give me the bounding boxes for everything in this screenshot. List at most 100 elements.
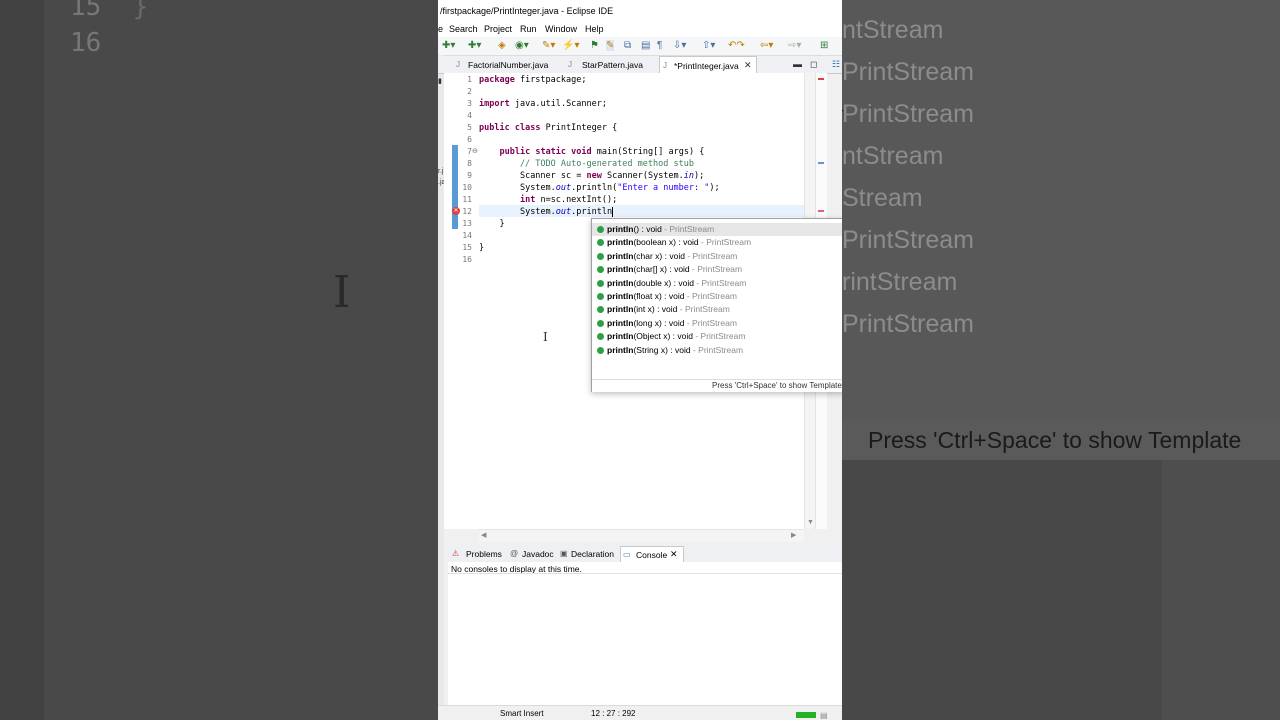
progress-icon[interactable]: ▤ xyxy=(820,711,828,720)
tab-starpattern[interactable]: J StarPattern.java xyxy=(568,56,656,73)
declaration-icon: ▣ xyxy=(560,549,568,558)
console-view[interactable]: No consoles to display at this time. xyxy=(448,562,842,705)
background-tip: Press 'Ctrl+Space' to show Template xyxy=(868,427,1242,453)
javadoc-icon: @ xyxy=(510,549,519,558)
debug-icon[interactable]: ✚▾ xyxy=(468,40,481,51)
new-icon[interactable]: ✚▾ xyxy=(442,40,455,51)
status-bar: Smart Insert 12 : 27 : 292 xyxy=(438,705,842,720)
tab-printinteger[interactable]: J *PrintInteger.java ✕ xyxy=(659,56,757,74)
menu-help[interactable]: Help xyxy=(585,24,604,34)
close-icon[interactable]: ✕ xyxy=(744,60,752,71)
show-whitespace-icon[interactable]: ▤ xyxy=(641,40,650,51)
toggle-mark-icon[interactable]: ✎ xyxy=(606,40,615,51)
content-assist-item[interactable]: println(Object x) : void - PrintStream xyxy=(592,330,842,343)
line-number: 8 xyxy=(467,159,472,168)
content-assist-item[interactable]: println(double x) : void - PrintStream xyxy=(592,277,842,290)
tab-declaration[interactable]: ▣ Declaration xyxy=(560,546,622,562)
code-line[interactable]: int n=sc.nextInt(); xyxy=(479,195,617,205)
minimize-icon[interactable]: ▬ xyxy=(793,59,802,69)
content-assist-item[interactable]: println(int x) : void - PrintStream xyxy=(592,303,842,316)
code-line[interactable]: System.out.println​ xyxy=(479,207,614,217)
tab-console[interactable]: ▭ Console ✕ xyxy=(620,546,684,563)
line-number: 2 xyxy=(467,87,472,96)
code-line[interactable]: } xyxy=(479,219,504,229)
tab-factorialnumber[interactable]: J FactorialNumber.java xyxy=(456,56,556,73)
mouse-ibeam-icon: I xyxy=(543,330,548,344)
cursor-position: 12 : 27 : 292 xyxy=(591,709,636,718)
content-assist-item[interactable]: println(char x) : void - PrintStream xyxy=(592,250,842,263)
heap-status-bar[interactable] xyxy=(796,712,816,718)
scroll-down-icon[interactable]: ▼ xyxy=(807,519,814,526)
background-line-number: 15 } xyxy=(70,0,149,22)
change-marker[interactable] xyxy=(818,162,824,164)
outline-view-icon[interactable]: ☷ xyxy=(832,59,840,70)
public-method-icon xyxy=(597,346,604,354)
content-assist-tip: Press 'Ctrl+Space' to show Template xyxy=(592,379,842,392)
tab-javadoc[interactable]: @ Javadoc xyxy=(510,546,558,562)
tab-label: StarPattern.java xyxy=(582,60,643,70)
scroll-left-icon[interactable]: ◀ xyxy=(481,531,486,539)
prev-annotation-icon[interactable]: ⇧▾ xyxy=(702,40,715,51)
line-number: 16 xyxy=(462,255,472,264)
background-item: PrintStream xyxy=(842,100,974,128)
pilcrow-icon[interactable]: ¶ xyxy=(657,40,662,51)
menu-run[interactable]: Run xyxy=(520,24,537,34)
java-file-icon: J xyxy=(663,61,667,70)
content-assist-item[interactable]: println() : void - PrintStream xyxy=(592,223,842,236)
public-method-icon xyxy=(597,293,604,300)
line-number: 14 xyxy=(462,231,472,240)
insert-mode: Smart Insert xyxy=(500,709,544,718)
problems-icon: ⚠ xyxy=(452,549,460,558)
background-ibeam-icon: I xyxy=(333,267,351,318)
line-number: 10 xyxy=(462,183,472,192)
code-line[interactable]: package firstpackage; xyxy=(479,75,587,85)
code-line[interactable]: Scanner sc = new Scanner(System.in); xyxy=(479,171,704,181)
menu-edit[interactable]: e xyxy=(438,24,443,34)
forward-icon[interactable]: ⇨▾ xyxy=(788,40,801,51)
java-file-icon: J xyxy=(456,60,460,69)
explorer-fragment: r.j xyxy=(438,168,444,175)
close-icon[interactable]: ✕ xyxy=(670,549,678,560)
package-icon[interactable]: ◈ xyxy=(498,40,506,51)
public-method-icon xyxy=(597,266,604,274)
background-item: ntStream xyxy=(842,142,944,170)
content-assist-item[interactable]: println(char[] x) : void - PrintStream xyxy=(592,263,842,276)
line-number: 11 xyxy=(462,195,472,204)
block-select-icon[interactable]: ⧉ xyxy=(624,40,631,51)
line-number: 12 xyxy=(462,207,472,216)
last-edit-icon[interactable]: ↶↷ xyxy=(728,40,745,51)
code-line[interactable]: // TODO Auto-generated method stub xyxy=(479,159,694,169)
content-assist-item[interactable]: println(boolean x) : void - PrintStream xyxy=(592,236,842,249)
code-line[interactable]: public static void main(String[] args) { xyxy=(479,147,704,157)
fold-icon[interactable]: ⊖ xyxy=(472,147,478,155)
content-assist-popup[interactable]: println() : void - PrintStream println(bo… xyxy=(591,218,842,392)
content-assist-item[interactable]: println(float x) : void - PrintStream xyxy=(592,290,842,303)
code-line[interactable]: System.out.println("Enter a number: "); xyxy=(479,183,720,193)
menu-window[interactable]: Window xyxy=(545,24,577,34)
error-marker[interactable] xyxy=(818,78,824,80)
code-line[interactable]: public class PrintInteger { xyxy=(479,123,617,133)
content-assist-item[interactable]: println(long x) : void - PrintStream xyxy=(592,317,842,330)
open-type-icon[interactable]: ✎▾ xyxy=(542,40,555,51)
background-gutter xyxy=(0,0,44,720)
back-icon[interactable]: ⇦▾ xyxy=(760,40,773,51)
search-icon[interactable]: ⚡▾ xyxy=(562,40,579,51)
background-item: PrintStream xyxy=(842,226,974,254)
code-line[interactable]: } xyxy=(479,243,484,253)
horizontal-scrollbar[interactable]: ◀ ▶ xyxy=(479,529,804,542)
public-method-icon xyxy=(597,319,604,327)
menu-project[interactable]: Project xyxy=(484,24,512,34)
public-method-icon xyxy=(597,279,604,287)
line-number: 7 xyxy=(467,147,472,156)
annotation-icon[interactable]: ⚑ xyxy=(590,40,599,51)
scroll-right-icon[interactable]: ▶ xyxy=(791,531,796,539)
menu-search[interactable]: Search xyxy=(449,24,478,34)
next-annotation-icon[interactable]: ⇩▾ xyxy=(673,40,686,51)
error-marker[interactable] xyxy=(818,210,824,212)
content-assist-item[interactable]: println(String x) : void - PrintStream xyxy=(592,344,842,357)
maximize-icon[interactable]: ◻ xyxy=(810,59,817,70)
code-line[interactable]: import java.util.Scanner; xyxy=(479,99,607,109)
tab-problems[interactable]: ⚠ Problems xyxy=(452,546,508,562)
open-perspective-icon[interactable]: ⊞ xyxy=(820,40,828,51)
run-icon[interactable]: ◉▾ xyxy=(515,40,529,51)
